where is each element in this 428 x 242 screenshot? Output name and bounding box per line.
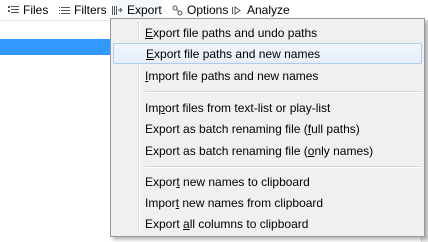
item-label: Export file paths and undo paths: [145, 25, 318, 40]
files-icon: [8, 5, 19, 16]
import-text-list-item[interactable]: Import files from text-list or play-list: [113, 97, 422, 118]
export-dropdown: Export file paths and undo paths Export …: [110, 18, 425, 237]
item-label: Export new names to clipboard: [145, 174, 310, 189]
filters-icon: [59, 5, 70, 16]
item-label: Import file paths and new names: [145, 68, 319, 83]
item-label: Export as batch renaming file (full path…: [145, 121, 360, 136]
import-new-names-item[interactable]: Import file paths and new names: [113, 65, 422, 86]
item-label: Import files from text-list or play-list: [145, 100, 331, 115]
export-undo-paths-item[interactable]: Export file paths and undo paths: [113, 22, 422, 43]
menu-export-label: Export: [127, 3, 162, 17]
export-batch-only-names-item[interactable]: Export as batch renaming file (only name…: [113, 140, 422, 161]
analyze-icon: [232, 5, 243, 16]
menu-files-label: Files: [23, 3, 49, 17]
options-icon: [172, 5, 183, 16]
menu-separator: [145, 166, 422, 168]
menu-options-label: Options: [187, 3, 229, 17]
import-from-clipboard-item[interactable]: Import new names from clipboard: [113, 192, 422, 213]
export-icon: [112, 5, 123, 16]
item-label: Export all columns to clipboard: [145, 216, 309, 231]
menu-filters[interactable]: Filters: [59, 0, 107, 20]
menu-filters-label: Filters: [74, 3, 107, 17]
item-label: Export as batch renaming file (only name…: [145, 143, 374, 158]
item-label: Export file paths and new names: [146, 46, 321, 61]
menu-files[interactable]: Files: [8, 0, 48, 20]
menu-analyze-label: Analyze: [247, 3, 290, 17]
item-label: Import new names from clipboard: [145, 195, 324, 210]
export-batch-full-paths-item[interactable]: Export as batch renaming file (full path…: [113, 118, 422, 139]
menu-separator: [145, 91, 422, 93]
export-new-names-item[interactable]: Export file paths and new names: [113, 43, 422, 64]
export-to-clipboard-item[interactable]: Export new names to clipboard: [113, 171, 422, 192]
menu-options[interactable]: Options: [172, 0, 228, 20]
menu-analyze[interactable]: Analyze: [232, 0, 290, 20]
export-all-columns-item[interactable]: Export all columns to clipboard: [113, 213, 422, 234]
menu-export[interactable]: Export: [112, 0, 162, 20]
